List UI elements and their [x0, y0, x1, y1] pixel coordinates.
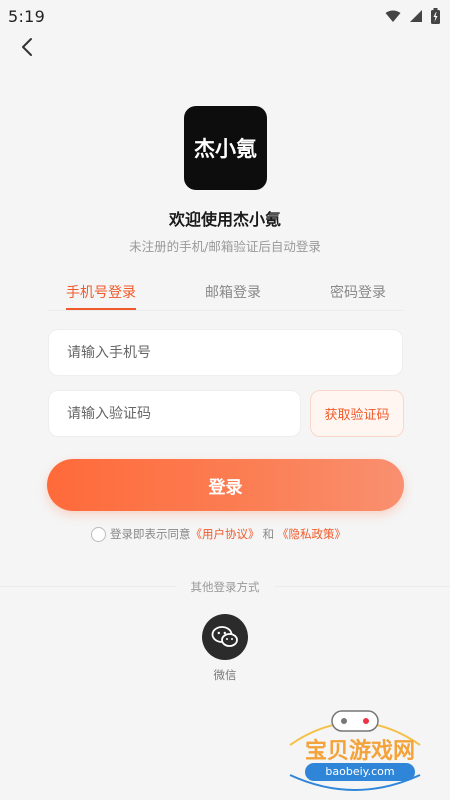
privacy-policy-link[interactable]: 《隐私政策》 — [277, 526, 346, 542]
tab-phone-login[interactable]: 手机号登录 — [48, 278, 154, 310]
wechat-login-button[interactable] — [202, 614, 248, 660]
tabs-divider — [48, 310, 404, 311]
site-watermark: 宝贝游戏网 baobeiy.com — [270, 705, 440, 795]
signal-icon — [410, 10, 422, 22]
agreement-row: 登录即表示同意 《用户协议》 和 《隐私政策》 — [91, 525, 346, 543]
verification-code-input[interactable] — [48, 390, 301, 437]
welcome-title: 欢迎使用杰小氪 — [168, 210, 281, 229]
battery-icon — [431, 8, 440, 24]
watermark-url: baobeiy.com — [305, 763, 415, 781]
login-tabs: 手机号登录 邮箱登录 密码登录 — [48, 278, 404, 310]
app-logo: 杰小氪 — [184, 106, 267, 190]
phone-input[interactable] — [48, 329, 403, 376]
user-agreement-link[interactable]: 《用户协议》 — [191, 526, 260, 542]
agreement-checkbox[interactable] — [91, 526, 106, 542]
wifi-icon — [385, 10, 401, 22]
status-bar: 5:19 — [0, 0, 450, 32]
tab-email-login[interactable]: 邮箱登录 — [187, 278, 279, 310]
watermark-title: 宝贝游戏网 — [304, 739, 415, 764]
wechat-icon — [211, 626, 238, 647]
back-button[interactable] — [16, 36, 38, 58]
get-code-button[interactable]: 获取验证码 — [310, 390, 404, 437]
agreement-and: 和 — [262, 527, 275, 541]
chevron-left-icon — [22, 38, 32, 56]
agreement-prefix: 登录即表示同意 — [110, 527, 191, 541]
welcome-subtitle: 未注册的手机/邮箱验证后自动登录 — [129, 239, 321, 254]
wechat-label: 微信 — [213, 668, 237, 682]
status-icons — [385, 8, 440, 24]
login-button[interactable]: 登录 — [47, 459, 404, 511]
app-logo-text: 杰小氪 — [194, 137, 257, 161]
status-time: 5:19 — [8, 6, 46, 26]
tab-password-login[interactable]: 密码登录 — [312, 278, 404, 310]
other-login-title: 其他登录方式 — [176, 578, 274, 596]
